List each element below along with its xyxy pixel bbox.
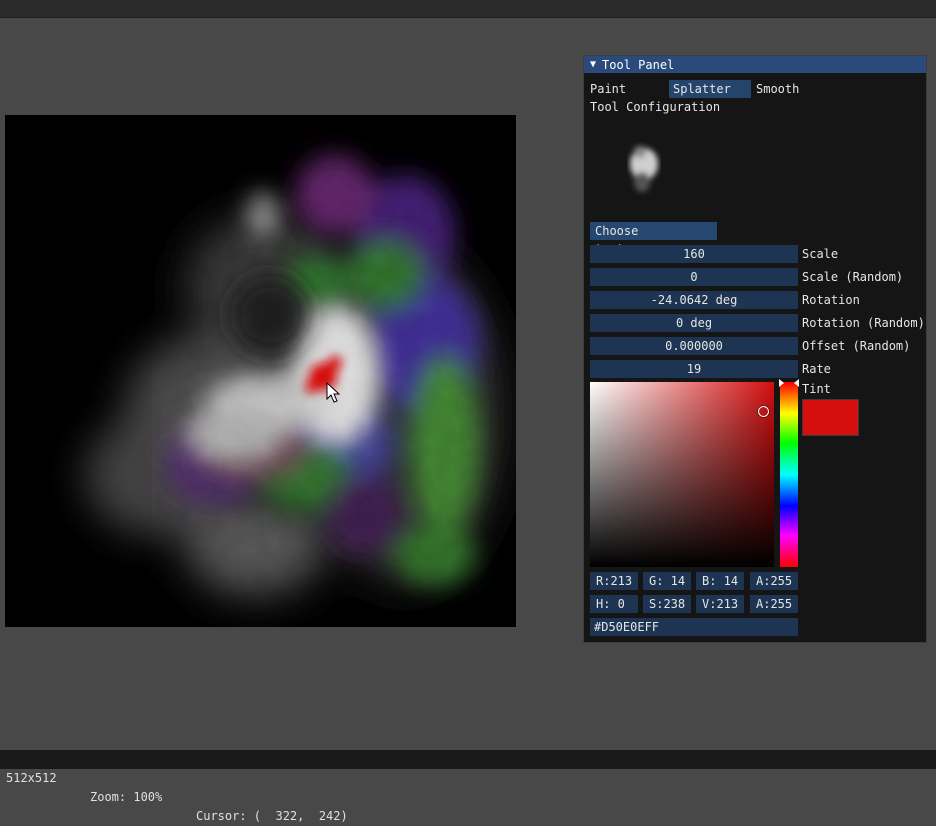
alpha-hsv-field[interactable]: A:255 [750, 595, 798, 613]
rotation-label: Rotation [802, 293, 860, 307]
image-size: 512x512 [6, 771, 57, 785]
tint-label: Tint [802, 382, 831, 396]
tab-splatter[interactable]: Splatter [669, 80, 751, 98]
rate-field[interactable]: 19 [590, 360, 798, 378]
title-bar [0, 0, 936, 18]
tab-paint[interactable]: Paint [586, 80, 630, 98]
rotation-random-label: Rotation (Random) [802, 316, 925, 330]
hue-field[interactable]: H: 0 [590, 595, 638, 613]
red-field[interactable]: R:213 [590, 572, 638, 590]
offset-random-field[interactable]: 0.000000 [590, 337, 798, 355]
scale-field[interactable]: 160 [590, 245, 798, 263]
hue-slider-arrow-right [794, 379, 799, 387]
brush-texture-preview [630, 146, 658, 192]
value-field[interactable]: V:213 [696, 595, 744, 613]
offset-random-label: Offset (Random) [802, 339, 911, 353]
tool-panel: ▼ Tool Panel Paint Splatter Smooth Tool … [583, 55, 927, 643]
section-title: Tool Configuration [590, 100, 721, 114]
canvas-image [85, 155, 515, 615]
mouse-pointer-icon [326, 382, 341, 403]
scale-random-field[interactable]: 0 [590, 268, 798, 286]
status-bar: 512x512 Zoom: 100% Cursor: ( 322, 242) [0, 750, 936, 823]
paint-canvas[interactable] [5, 115, 516, 627]
triangle-down-icon[interactable]: ▼ [590, 59, 596, 70]
rotation-random-field[interactable]: 0 deg [590, 314, 798, 332]
rotation-field[interactable]: -24.0642 deg [590, 291, 798, 309]
tool-panel-title: Tool Panel [602, 57, 675, 72]
tab-smooth[interactable]: Smooth [752, 80, 803, 98]
saturation-value-picker[interactable] [590, 382, 774, 567]
choose-texture-button[interactable]: Choose texture... [590, 222, 717, 256]
tint-swatch[interactable] [802, 399, 859, 436]
zoom-level: Zoom: 100% [90, 790, 163, 804]
rate-label: Rate [802, 362, 831, 376]
blue-field[interactable]: B: 14 [696, 572, 744, 590]
hue-slider[interactable] [779, 379, 799, 567]
hue-slider-arrow-left [779, 379, 784, 387]
saturation-field[interactable]: S:238 [643, 595, 691, 613]
scale-label: Scale [802, 247, 839, 261]
alpha-field[interactable]: A:255 [750, 572, 798, 590]
green-field[interactable]: G: 14 [643, 572, 691, 590]
tool-panel-title-bar[interactable]: ▼ Tool Panel [584, 56, 926, 73]
hex-field[interactable]: #D50E0EFF [590, 618, 798, 636]
picker-handle[interactable] [758, 406, 769, 417]
cursor-position: Cursor: ( 322, 242) [196, 809, 348, 823]
scale-random-label: Scale (Random) [802, 270, 904, 284]
